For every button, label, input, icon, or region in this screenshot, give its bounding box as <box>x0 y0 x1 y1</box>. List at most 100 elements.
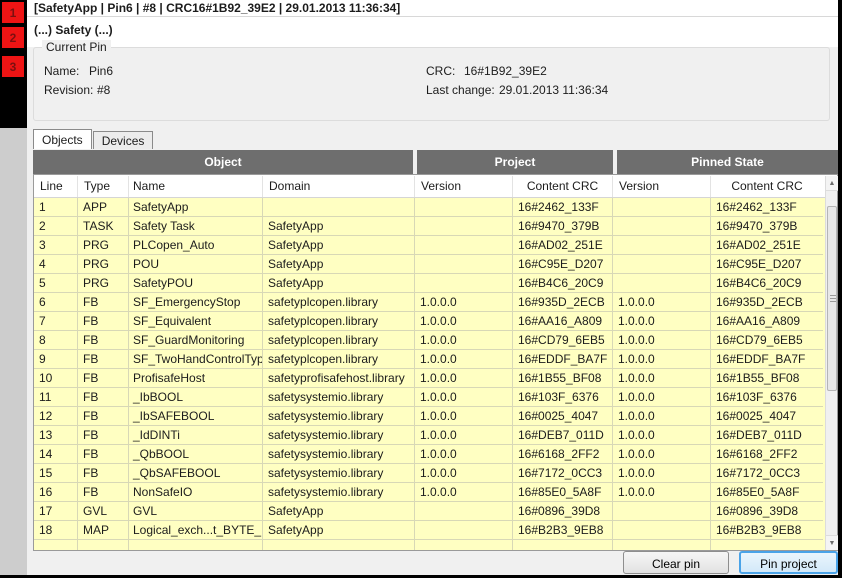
table-cell: FB <box>78 293 129 312</box>
table-cell: ProfisafeHost <box>129 369 263 388</box>
table-row[interactable]: 16FBNonSafeIOsafetysystemio.library1.0.0… <box>34 483 825 502</box>
table-row[interactable]: 10FBProfisafeHostsafetyprofisafehost.lib… <box>34 369 825 388</box>
table-cell: 1.0.0.0 <box>415 407 513 426</box>
table-cell: SF_Equivalent <box>129 312 263 331</box>
table-row[interactable]: 5PRGSafetyPOUSafetyApp16#B4C6_20C916#B4C… <box>34 274 825 293</box>
current-pin-legend: Current Pin <box>42 40 111 54</box>
table-cell: FB <box>78 464 129 483</box>
table-cell: GVL <box>78 502 129 521</box>
table-row[interactable]: 6FBSF_EmergencyStopsafetyplcopen.library… <box>34 293 825 312</box>
table-cell: 1.0.0.0 <box>415 350 513 369</box>
table-row[interactable]: 4PRGPOUSafetyApp16#C95E_D20716#C95E_D207 <box>34 255 825 274</box>
table-cell: SafetyApp <box>263 255 415 274</box>
scrollbar-thumb[interactable] <box>827 206 837 391</box>
table-cell: 16#85E0_5A8F <box>711 483 823 502</box>
annotation-marker-2: 2 <box>2 27 24 48</box>
table-cell: 16#1B55_BF08 <box>513 369 613 388</box>
table-cell: 1.0.0.0 <box>415 464 513 483</box>
current-pin-groupbox: Current Pin Name: Pin6 Revision: #8 CRC:… <box>33 47 830 121</box>
table-cell: 16#EDDF_BA7F <box>711 350 823 369</box>
table-cell: safetyplcopen.library <box>263 350 415 369</box>
table-cell: 1.0.0.0 <box>415 293 513 312</box>
pin-project-button[interactable]: Pin project <box>739 551 838 574</box>
vertical-scrollbar[interactable]: ▲ ▼ <box>825 176 837 550</box>
table-cell: 1.0.0.0 <box>613 331 711 350</box>
col-header-pinned-content-crc[interactable]: Content CRC <box>711 176 823 197</box>
name-value: Pin6 <box>89 64 113 78</box>
col-header-domain[interactable]: Domain <box>263 176 415 197</box>
table-cell: 1.0.0.0 <box>613 312 711 331</box>
scroll-up-icon[interactable]: ▲ <box>826 176 838 191</box>
tab-devices[interactable]: Devices <box>93 131 154 149</box>
table-cell: PRG <box>78 236 129 255</box>
table-cell: 16#935D_2ECB <box>513 293 613 312</box>
table-cell <box>613 236 711 255</box>
table-cell: 16#1B55_BF08 <box>711 369 823 388</box>
crc-value: 16#1B92_39E2 <box>464 64 547 78</box>
annotation-marker-3: 3 <box>2 56 24 77</box>
table-cell: 16#103F_6376 <box>711 388 823 407</box>
col-header-content-crc[interactable]: Content CRC <box>513 176 613 197</box>
table-cell: 16#B2B3_9EB8 <box>711 521 823 540</box>
table-cell <box>613 521 711 540</box>
table-cell: 16#7172_0CC3 <box>711 464 823 483</box>
table-cell: FB <box>78 388 129 407</box>
table-row[interactable]: 12FB_IbSAFEBOOLsafetysystemio.library1.0… <box>34 407 825 426</box>
table-row[interactable]: 9FBSF_TwoHandControlTypeIIIsafetyplcopen… <box>34 350 825 369</box>
table-row[interactable]: 17GVLGVLSafetyApp16#0896_39D816#0896_39D… <box>34 502 825 521</box>
table-cell <box>513 540 613 550</box>
table-cell: 1.0.0.0 <box>415 369 513 388</box>
table-row[interactable]: 7FBSF_Equivalentsafetyplcopen.library1.0… <box>34 312 825 331</box>
table-cell: SafetyPOU <box>129 274 263 293</box>
table-row[interactable]: 1APPSafetyApp16#2462_133F16#2462_133F <box>34 198 825 217</box>
col-header-type[interactable]: Type <box>78 176 129 197</box>
last-change-value: 29.01.2013 11:36:34 <box>499 83 608 97</box>
col-header-name[interactable]: Name <box>129 176 263 197</box>
pin-summary-text: [SafetyApp | Pin6 | #8 | CRC16#1B92_39E2… <box>34 1 400 15</box>
group-header-project: Project <box>417 150 613 174</box>
scroll-down-icon[interactable]: ▼ <box>826 535 838 550</box>
table-cell: _QbBOOL <box>129 445 263 464</box>
table-row[interactable]: 11FB_IbBOOLsafetysystemio.library1.0.0.0… <box>34 388 825 407</box>
table-cell: 16#6168_2FF2 <box>513 445 613 464</box>
table-cell: safetyplcopen.library <box>263 312 415 331</box>
table-cell: 16#2462_133F <box>513 198 613 217</box>
table-cell <box>613 540 711 550</box>
table-cell <box>78 540 129 550</box>
table-cell: SF_TwoHandControlTypeIII <box>129 350 263 369</box>
table-cell <box>415 217 513 236</box>
table-cell: 1.0.0.0 <box>613 369 711 388</box>
table-cell: Safety Task <box>129 217 263 236</box>
screenshot-stage: 1 2 3 [SafetyApp | Pin6 | #8 | CRC16#1B9… <box>0 0 842 578</box>
table-cell <box>129 540 263 550</box>
table-cell: 1.0.0.0 <box>415 331 513 350</box>
col-header-version[interactable]: Version <box>415 176 513 197</box>
group-header-pinned-state: Pinned State <box>617 150 838 174</box>
table-cell: 16#0025_4047 <box>711 407 823 426</box>
table-row[interactable]: 2TASKSafety TaskSafetyApp16#9470_379B16#… <box>34 217 825 236</box>
table-cell: PRG <box>78 255 129 274</box>
clear-pin-button[interactable]: Clear pin <box>623 551 729 574</box>
table-cell: safetysystemio.library <box>263 483 415 502</box>
table-cell: safetyplcopen.library <box>263 293 415 312</box>
tab-objects[interactable]: Objects <box>33 129 92 149</box>
table-cell: 16 <box>34 483 78 502</box>
table-row[interactable]: 8FBSF_GuardMonitoringsafetyplcopen.libra… <box>34 331 825 350</box>
table-row[interactable]: 14FB_QbBOOLsafetysystemio.library1.0.0.0… <box>34 445 825 464</box>
table-cell: 16#0896_39D8 <box>513 502 613 521</box>
table-row[interactable]: 13FB_IdDINTisafetysystemio.library1.0.0.… <box>34 426 825 445</box>
table-cell: 3 <box>34 236 78 255</box>
table-cell: 1.0.0.0 <box>613 464 711 483</box>
table-row[interactable]: 18MAPLogical_exch...t_BYTE_1xInSafetyApp… <box>34 521 825 540</box>
table-row[interactable]: 3PRGPLCopen_AutoSafetyApp16#AD02_251E16#… <box>34 236 825 255</box>
table-cell: 1.0.0.0 <box>613 350 711 369</box>
table-cell <box>613 198 711 217</box>
table-cell: FB <box>78 350 129 369</box>
col-header-line[interactable]: Line <box>34 176 78 197</box>
table-cell: 16#935D_2ECB <box>711 293 823 312</box>
table-cell: FB <box>78 369 129 388</box>
table-cell: 18 <box>34 521 78 540</box>
col-header-pinned-version[interactable]: Version <box>613 176 711 197</box>
table-cell: FB <box>78 312 129 331</box>
table-row[interactable]: 15FB_QbSAFEBOOLsafetysystemio.library1.0… <box>34 464 825 483</box>
